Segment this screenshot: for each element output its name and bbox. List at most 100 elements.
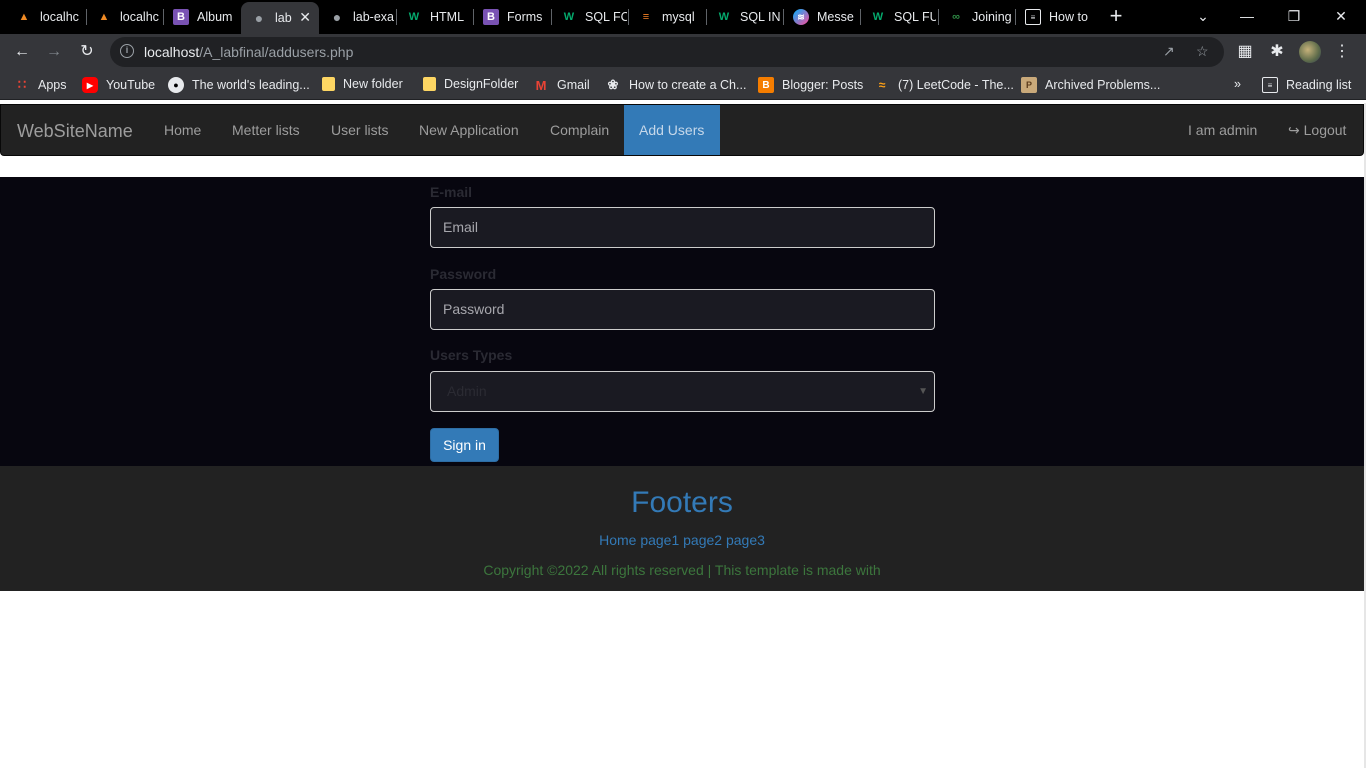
bookmark-new-folder[interactable]: New folder [322, 77, 403, 91]
tab-title: SQL FU [894, 10, 936, 24]
tab-13[interactable]: ∞ Joining [938, 2, 1014, 32]
nav-new-application[interactable]: New Application [404, 105, 534, 155]
logout-icon: ↪ [1288, 122, 1300, 138]
gmail-icon: M [535, 77, 547, 93]
footer-links[interactable]: Home page1 page2 page3 [0, 532, 1364, 548]
bookmark-label: How to create a Ch... [629, 78, 747, 92]
tab-5[interactable]: ● lab-exa [319, 2, 395, 32]
bookmark-archived-problems[interactable]: P Archived Problems... [1021, 77, 1160, 93]
password-field[interactable]: Password [430, 289, 935, 330]
restore-icon[interactable]: ❐ [1271, 0, 1317, 32]
tab-title: Album [197, 10, 233, 24]
bookmark-label: DesignFolder [444, 77, 519, 91]
tab-12[interactable]: W SQL FU [860, 2, 936, 32]
footer-title: Footers [631, 486, 733, 519]
tab-title: mysql [662, 10, 695, 24]
more-bookmarks-button[interactable]: » [1234, 77, 1241, 91]
tab-title: lab-exa [353, 10, 394, 24]
web-page: WebSiteName Home Metter lists User lists… [0, 103, 1366, 768]
tab-11[interactable]: ≋ Messe [783, 2, 859, 32]
site-info-icon[interactable]: i [120, 44, 134, 58]
site-navbar: WebSiteName Home Metter lists User lists… [0, 104, 1364, 156]
tab-3[interactable]: B Album [163, 2, 239, 32]
address-url[interactable]: localhost/A_labfinal/addusers.php [144, 44, 353, 60]
browser-toolbar: ← → ↻ i localhost/A_labfinal/addusers.ph… [0, 34, 1366, 70]
extension-grid-icon[interactable]: ▦ [1233, 40, 1257, 64]
reading-list-button[interactable]: ≡ Reading list [1262, 77, 1351, 93]
nav-add-users[interactable]: Add Users [624, 105, 720, 155]
extensions-puzzle-icon[interactable]: ✱ [1265, 40, 1289, 64]
bookmark-youtube[interactable]: ▶ YouTube [82, 77, 155, 93]
minimize-icon[interactable]: — [1224, 0, 1270, 32]
bookmark-label: Gmail [557, 78, 590, 92]
tab-8[interactable]: W SQL FC [551, 2, 627, 32]
share-icon[interactable]: ↗ [1163, 43, 1175, 60]
chatgpt-like-icon: ❀ [607, 77, 619, 92]
bootstrap-icon: B [483, 9, 499, 25]
bookmark-star-icon[interactable]: ☆ [1196, 43, 1209, 60]
tab-6[interactable]: W HTML [396, 2, 472, 32]
bookmark-label: Archived Problems... [1045, 78, 1161, 92]
bookmarks-bar: ∷ Apps ▶ YouTube ● The world's leading..… [0, 70, 1366, 100]
nav-user-greeting[interactable]: I am admin [1188, 105, 1257, 155]
nav-metter-lists[interactable]: Metter lists [217, 105, 315, 155]
forward-icon[interactable]: → [42, 40, 66, 64]
page-icon: ≡ [1025, 9, 1041, 25]
footer-copyright: Copyright ©2022 All rights reserved | Th… [483, 562, 881, 578]
back-icon[interactable]: ← [10, 40, 34, 64]
tab-2[interactable]: ▲ localhc [86, 2, 162, 32]
close-icon[interactable]: ✕ [299, 9, 311, 26]
address-bar[interactable]: i localhost/A_labfinal/addusers.php ↗ ☆ [110, 37, 1224, 67]
tab-title: SQL IN [740, 10, 781, 24]
nav-home[interactable]: Home [149, 105, 216, 155]
menu-kebab-icon[interactable]: ⋮ [1330, 40, 1354, 64]
bookmark-leetcode[interactable]: ≈ (7) LeetCode - The... [874, 77, 1014, 93]
chevron-down-icon: ▼ [918, 386, 928, 397]
github-icon: ● [168, 77, 184, 93]
tab-search-icon[interactable]: ⌄ [1180, 0, 1226, 32]
w3schools-icon: W [408, 11, 420, 23]
folder-icon [322, 77, 335, 91]
youtube-icon: ▶ [82, 77, 98, 93]
bookmark-blogger[interactable]: B Blogger: Posts [758, 77, 863, 93]
email-field[interactable]: Email [430, 207, 935, 248]
messenger-icon: ≋ [793, 9, 809, 25]
tab-title: Forms [507, 10, 543, 24]
sign-in-button[interactable]: Sign in [430, 428, 499, 462]
url-host: localhost [144, 44, 200, 60]
bookmark-how-to-create[interactable]: ❀ How to create a Ch... [605, 77, 747, 93]
archive-icon: P [1021, 77, 1037, 93]
bookmark-apps[interactable]: ∷ Apps [14, 77, 67, 93]
apps-grid-icon: ∷ [17, 77, 27, 92]
bootstrap-icon: B [173, 9, 189, 25]
bookmark-github[interactable]: ● The world's leading... [168, 77, 310, 93]
bookmark-label: New folder [343, 77, 403, 91]
user-type-select[interactable]: Admin ▼ [430, 371, 935, 412]
close-window-icon[interactable]: ✕ [1318, 0, 1364, 32]
bookmark-gmail[interactable]: M Gmail [533, 77, 590, 93]
tab-title: SQL FC [585, 10, 627, 24]
tab-10[interactable]: W SQL IN [706, 2, 782, 32]
email-label: E-mail [430, 184, 473, 200]
nav-complain[interactable]: Complain [535, 105, 624, 155]
reload-icon[interactable]: ↻ [75, 40, 99, 64]
profile-avatar[interactable] [1299, 41, 1321, 63]
new-tab-button[interactable]: + [1104, 4, 1128, 28]
nav-logout[interactable]: ↪ Logout [1288, 105, 1346, 155]
tab-title: How to [1049, 10, 1088, 24]
bookmark-designfolder[interactable]: DesignFolder [423, 77, 518, 91]
user-type-label: Users Types [430, 347, 513, 363]
nav-user-lists[interactable]: User lists [316, 105, 404, 155]
tab-9[interactable]: ≡ mysql [628, 2, 704, 32]
xampp-icon: ▲ [18, 11, 30, 23]
user-type-selected: Admin [447, 383, 487, 399]
blogger-icon: B [758, 77, 774, 93]
add-user-form: E-mail Email Password Password Users Typ… [0, 177, 1364, 466]
tab-1[interactable]: ▲ localhc [6, 2, 86, 32]
site-brand[interactable]: WebSiteName [17, 121, 133, 142]
tab-4-active[interactable]: ● lab ✕ [241, 2, 319, 34]
tab-title: localhc [40, 10, 79, 24]
tab-7[interactable]: B Forms [473, 2, 549, 32]
bookmark-label: Apps [38, 78, 67, 92]
tab-14[interactable]: ≡ How to [1015, 2, 1093, 32]
